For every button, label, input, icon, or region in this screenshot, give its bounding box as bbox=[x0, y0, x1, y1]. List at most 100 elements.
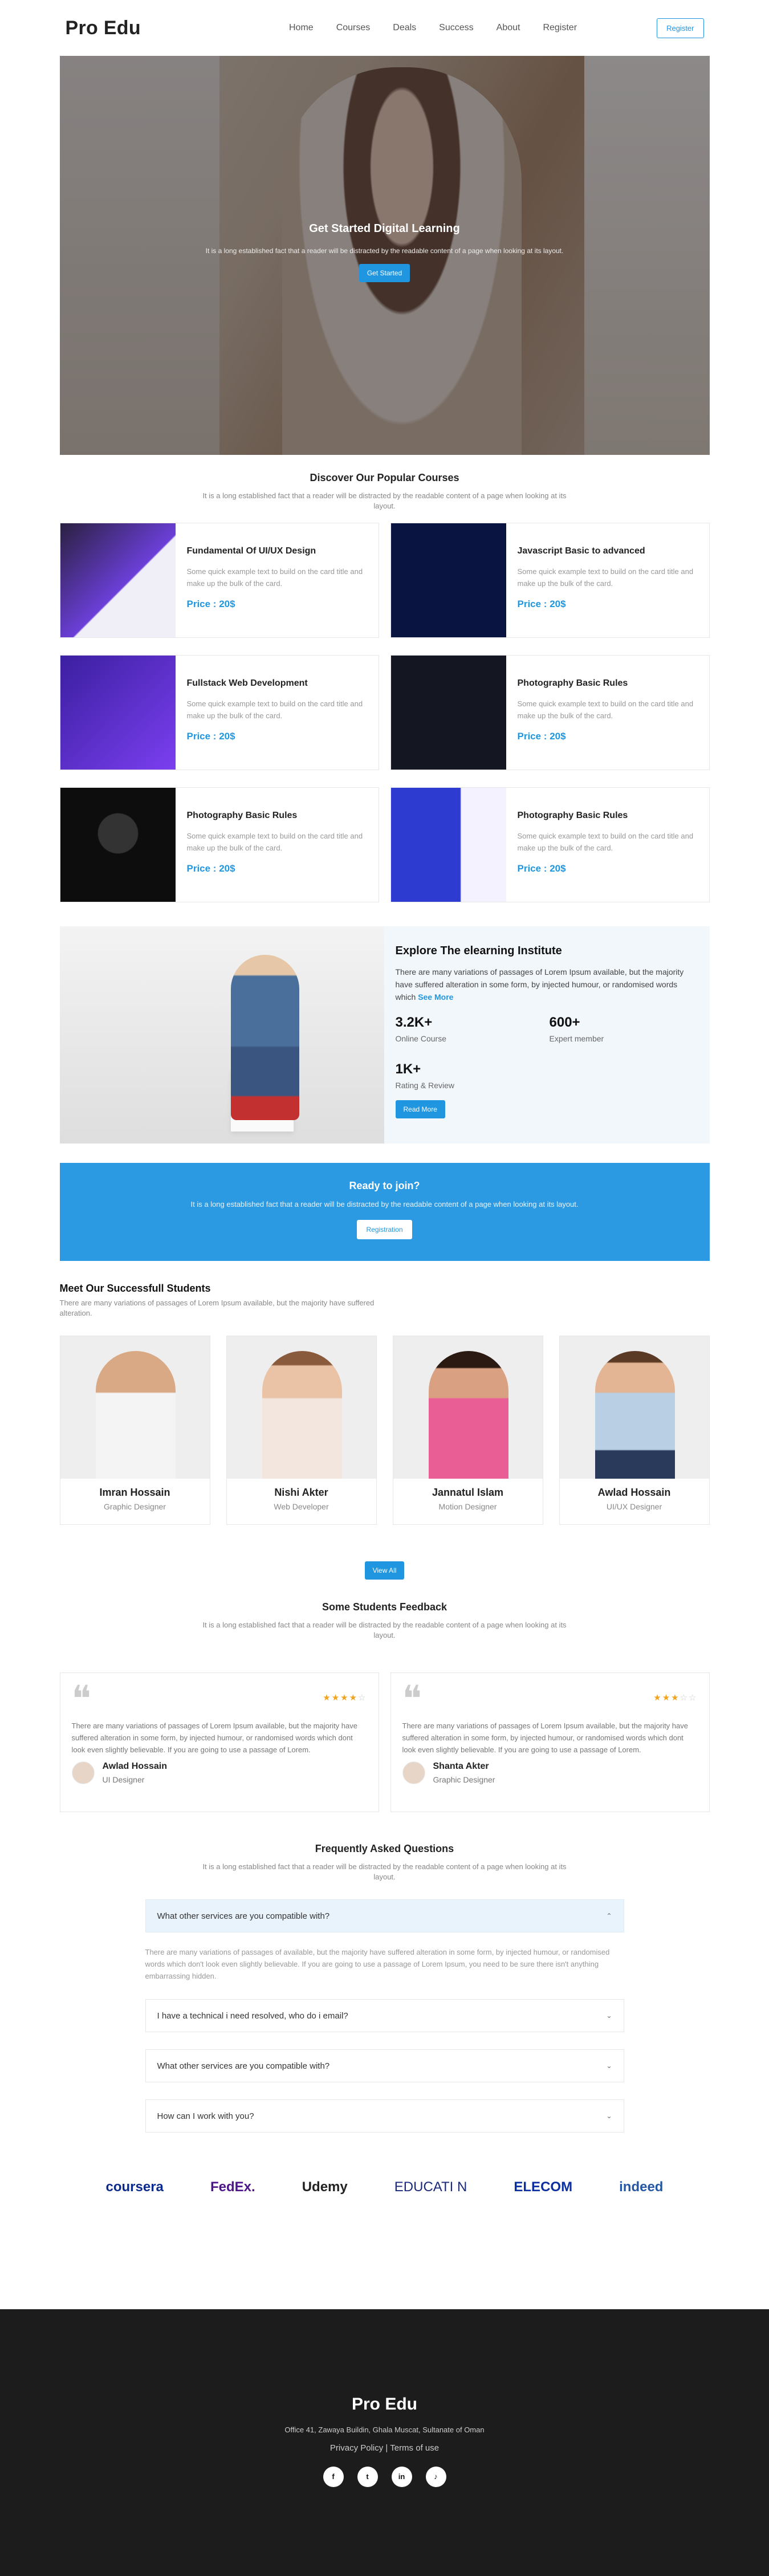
course-thumbnail bbox=[390, 656, 506, 770]
student-photo bbox=[393, 1336, 543, 1479]
read-more-button[interactable]: Read More bbox=[395, 1100, 445, 1118]
registration-button[interactable]: Registration bbox=[357, 1220, 412, 1239]
author-name: Shanta Akter bbox=[433, 1761, 489, 1771]
course-price: Price : 20$ bbox=[517, 599, 566, 609]
student-card[interactable]: Imran Hossain Graphic Designer bbox=[59, 1336, 210, 1525]
explore-section: Explore The elearning Institute There ar… bbox=[59, 926, 710, 1143]
faq-question[interactable]: I have a technical i need resolved, who … bbox=[145, 1999, 624, 2032]
course-thumbnail bbox=[60, 523, 176, 637]
nav-register[interactable]: Register bbox=[543, 23, 577, 33]
chevron-down-icon: ⌄ bbox=[606, 2012, 612, 2020]
tiktok-icon[interactable]: ♪ bbox=[425, 2467, 446, 2487]
main-nav: Home Courses Deals Success About Registe… bbox=[289, 23, 577, 33]
course-card[interactable]: Fundamental Of UI/UX Design Some quick ex… bbox=[59, 523, 379, 638]
feedback-card: ❝ ★★★☆☆ There are many variations of pas… bbox=[390, 1672, 710, 1812]
chevron-up-icon: ⌃ bbox=[606, 1912, 612, 1920]
rating-stars: ★★★☆☆ bbox=[653, 1693, 698, 1703]
rating-stars: ★★★★☆ bbox=[323, 1693, 367, 1703]
course-description: Some quick example text to build on the … bbox=[186, 699, 363, 720]
facebook-icon[interactable]: f bbox=[323, 2467, 344, 2487]
course-description: Some quick example text to build on the … bbox=[517, 567, 694, 588]
course-title: Fundamental Of UI/UX Design bbox=[186, 546, 316, 556]
feedback-section: Some Students Feedback It is a long esta… bbox=[59, 1601, 710, 1812]
student-name: Awlad Hossain bbox=[597, 1487, 671, 1498]
join-text: It is a long established fact that a rea… bbox=[190, 1200, 579, 1208]
student-card[interactable]: Awlad Hossain UI/UX Designer bbox=[559, 1336, 710, 1525]
nav-home[interactable]: Home bbox=[289, 23, 314, 33]
course-title: Fullstack Web Development bbox=[186, 678, 308, 688]
course-title: Photography Basic Rules bbox=[517, 811, 628, 820]
nav-success[interactable]: Success bbox=[439, 23, 473, 33]
faq-question[interactable]: How can I work with you? ⌄ bbox=[145, 2099, 624, 2133]
explore-description: There are many variations of passages of… bbox=[395, 967, 684, 1002]
see-more-link[interactable]: See More bbox=[418, 992, 453, 1002]
student-photo bbox=[226, 1336, 376, 1479]
course-price: Price : 20$ bbox=[186, 599, 235, 609]
feedback-subtitle: It is a long established fact that a rea… bbox=[202, 1621, 567, 1639]
students-grid: Imran Hossain Graphic Designer Nishi Akt… bbox=[59, 1336, 710, 1525]
stat-online-course: 3.2K+ Online Course bbox=[395, 1015, 447, 1043]
site-footer: Pro Edu Office 41, Zawaya Buildin, Ghala… bbox=[0, 2309, 769, 2576]
students-title: Meet Our Successfull Students bbox=[59, 1283, 211, 1294]
course-card[interactable]: Photography Basic Rules Some quick exampl… bbox=[390, 787, 710, 902]
feedback-grid: ❝ ★★★★☆ There are many variations of pas… bbox=[59, 1672, 710, 1812]
course-description: Some quick example text to build on the … bbox=[186, 567, 363, 588]
course-card[interactable]: Photography Basic Rules Some quick exampl… bbox=[390, 655, 710, 770]
popular-courses-title: Discover Our Popular Courses bbox=[310, 472, 459, 483]
faq-question[interactable]: What other services are you compatible w… bbox=[145, 1899, 624, 1932]
social-links: f t in ♪ bbox=[0, 2467, 769, 2487]
student-role: Graphic Designer bbox=[104, 1502, 166, 1511]
explore-title: Explore The elearning Institute bbox=[395, 945, 562, 957]
register-button[interactable]: Register bbox=[657, 18, 704, 38]
faq-answer: There are many variations of passages of… bbox=[145, 1948, 610, 1980]
nav-deals[interactable]: Deals bbox=[393, 23, 416, 33]
join-title: Ready to join? bbox=[349, 1180, 420, 1191]
author-name: Awlad Hossain bbox=[102, 1761, 168, 1771]
course-card[interactable]: Photography Basic Rules Some quick exampl… bbox=[59, 787, 379, 902]
course-price: Price : 20$ bbox=[186, 731, 235, 742]
student-card[interactable]: Nishi Akter Web Developer bbox=[226, 1336, 377, 1525]
chevron-down-icon: ⌄ bbox=[606, 2062, 612, 2070]
linkedin-icon[interactable]: in bbox=[391, 2467, 412, 2487]
faq-question[interactable]: What other services are you compatible w… bbox=[145, 2049, 624, 2082]
feedback-title: Some Students Feedback bbox=[322, 1601, 447, 1613]
explore-photo bbox=[59, 926, 384, 1143]
udemy-logo: Udemy bbox=[302, 2179, 348, 2195]
course-card[interactable]: Javascript Basic to advanced Some quick e… bbox=[390, 523, 710, 638]
hero-banner: Get Started Digital Learning It is a lon… bbox=[59, 56, 710, 455]
site-header: Pro Edu Home Courses Deals Success About… bbox=[66, 0, 704, 56]
popular-courses-section: Discover Our Popular Courses It is a lon… bbox=[59, 472, 710, 902]
course-thumbnail bbox=[390, 523, 506, 637]
feedback-text: There are many variations of passages of… bbox=[71, 1722, 357, 1754]
author-role: UI Designer bbox=[102, 1775, 145, 1784]
view-all-button[interactable]: View All bbox=[364, 1561, 405, 1580]
course-description: Some quick example text to build on the … bbox=[517, 699, 694, 720]
twitter-icon[interactable]: t bbox=[357, 2467, 378, 2487]
education-logo: EDUCATI N bbox=[394, 2179, 467, 2195]
course-price: Price : 20$ bbox=[517, 863, 566, 874]
course-title: Photography Basic Rules bbox=[517, 678, 628, 688]
stat-rating-review: 1K+ Rating & Review bbox=[395, 1061, 455, 1090]
student-card[interactable]: Jannatul Islam Motion Designer bbox=[392, 1336, 543, 1525]
course-price: Price : 20$ bbox=[517, 731, 566, 742]
author-role: Graphic Designer bbox=[433, 1775, 495, 1784]
feedback-card: ❝ ★★★★☆ There are many variations of pas… bbox=[59, 1672, 379, 1812]
nav-courses[interactable]: Courses bbox=[336, 23, 371, 33]
course-price: Price : 20$ bbox=[186, 863, 235, 874]
logo[interactable]: Pro Edu bbox=[66, 17, 141, 39]
partner-logos: coursera FedEx. Udemy EDUCATI N ELECOM i… bbox=[60, 2164, 710, 2210]
faq-title: Frequently Asked Questions bbox=[315, 1843, 454, 1854]
stats-grid: 3.2K+ Online Course 600+ Expert member 1K+… bbox=[396, 1015, 698, 1090]
course-card[interactable]: Fullstack Web Development Some quick exam… bbox=[59, 655, 379, 770]
course-thumbnail bbox=[60, 656, 176, 770]
students-section: Meet Our Successfull Students There are … bbox=[59, 1283, 710, 1580]
footer-links[interactable]: Privacy Policy | Terms of use bbox=[0, 2443, 769, 2453]
get-started-button[interactable]: Get Started bbox=[359, 264, 410, 282]
course-title: Photography Basic Rules bbox=[186, 811, 298, 820]
student-name: Jannatul Islam bbox=[432, 1487, 504, 1498]
nav-about[interactable]: About bbox=[497, 23, 520, 33]
course-description: Some quick example text to build on the … bbox=[186, 832, 363, 852]
faq-subtitle: It is a long established fact that a rea… bbox=[202, 1862, 567, 1881]
avatar bbox=[71, 1761, 95, 1784]
student-role: Web Developer bbox=[274, 1502, 329, 1511]
